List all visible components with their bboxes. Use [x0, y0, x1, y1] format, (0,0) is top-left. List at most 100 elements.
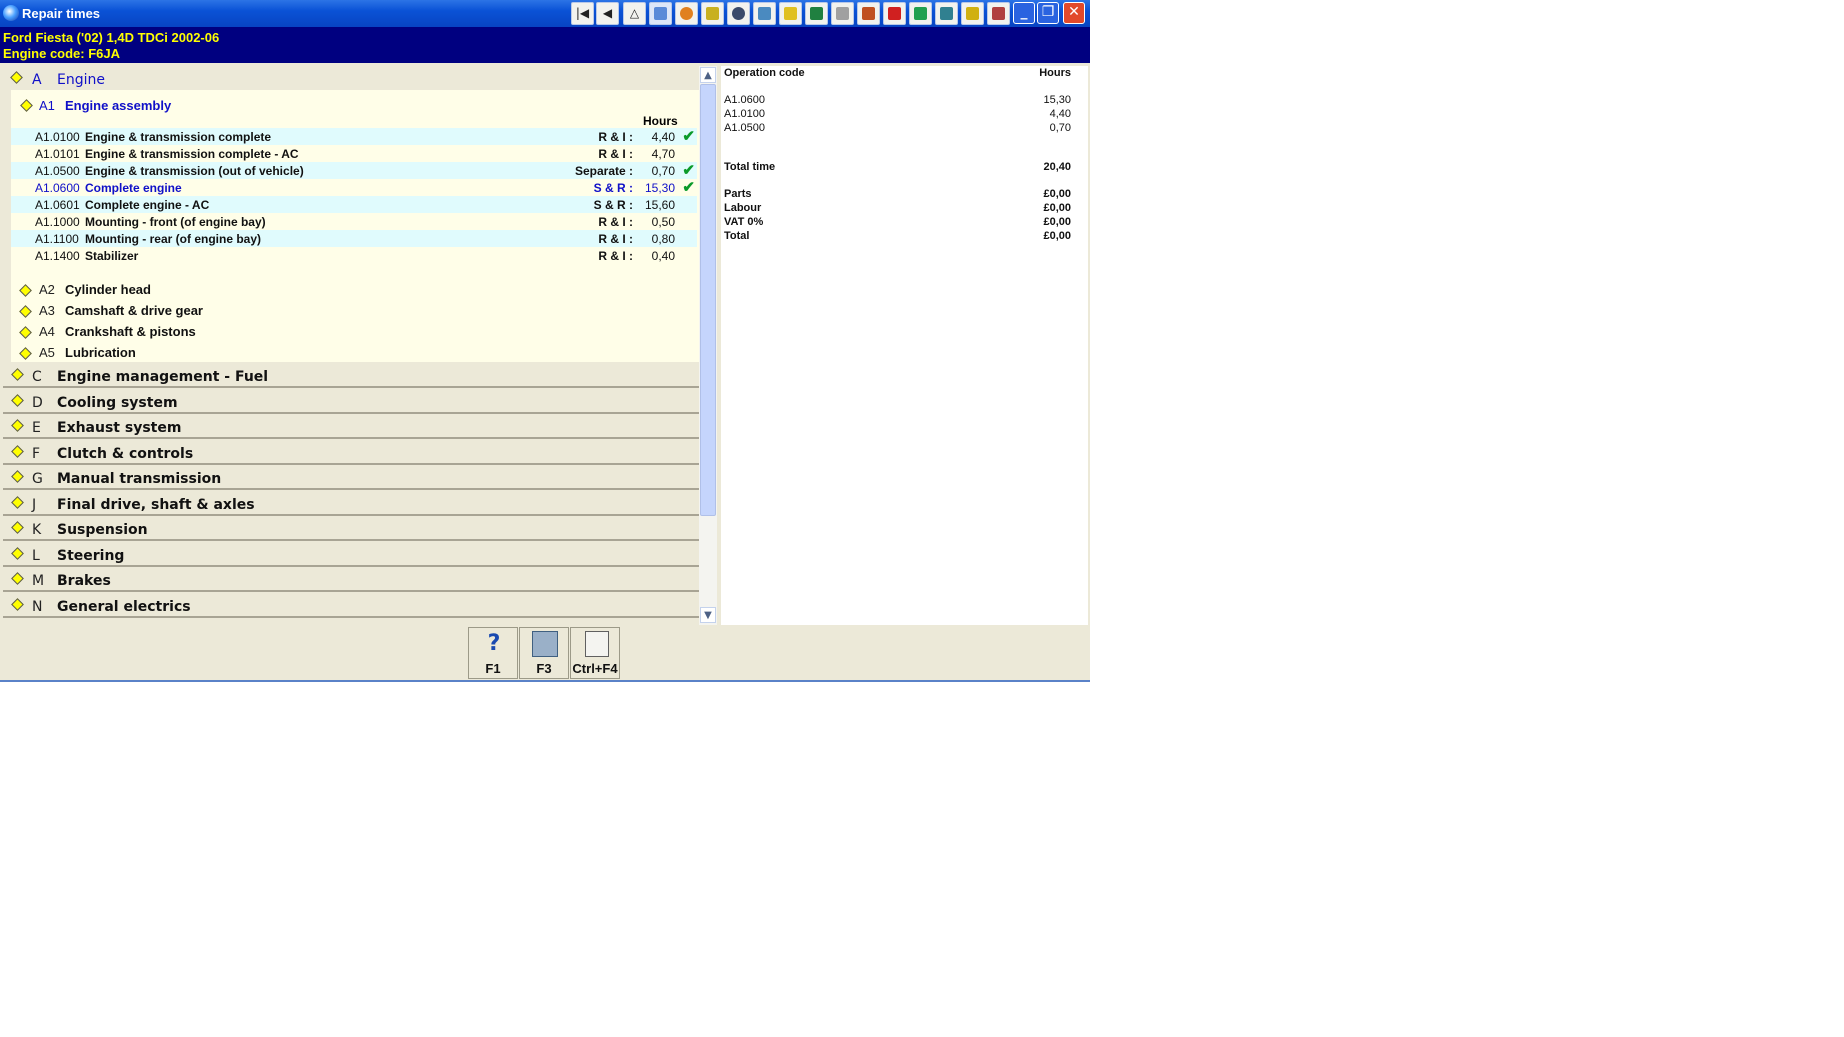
notepad-button[interactable]: F3 [519, 627, 569, 679]
cost-label: VAT 0% [724, 216, 764, 228]
chevron-right-icon [19, 326, 30, 337]
subsection-letter: A1 [39, 98, 55, 113]
subsection-letter: A5 [39, 345, 55, 360]
section-name: Exhaust system [57, 420, 182, 436]
help-button[interactable]: ? F1 [468, 627, 518, 679]
subsection-item[interactable]: A3 Camshaft & drive gear [3, 300, 683, 321]
chevron-right-icon [11, 368, 22, 379]
operation-hours: 4,40 [651, 130, 675, 144]
section-item[interactable]: J Final drive, shaft & axles [3, 491, 699, 516]
window-title: Repair times [22, 6, 101, 21]
section-name: Suspension [57, 522, 148, 538]
cost-value: £0,00 [1043, 188, 1071, 200]
section-letter: J [32, 496, 37, 513]
chevron-right-icon [11, 572, 22, 583]
wheel-icon[interactable] [675, 2, 698, 25]
close-button[interactable]: ✕ [1063, 2, 1085, 24]
printer-icon[interactable] [987, 2, 1010, 25]
chevron-down-icon [12, 71, 23, 82]
minimize-button[interactable]: _ [1013, 2, 1035, 24]
f3-label: F3 [536, 661, 552, 676]
section-name: Manual transmission [57, 471, 222, 487]
cost-value: £0,00 [1043, 202, 1071, 214]
maximize-button[interactable]: ❐ [1037, 2, 1059, 24]
tire-icon[interactable] [727, 2, 750, 25]
subsection-name: Lubrication [65, 345, 136, 360]
section-item[interactable]: K Suspension [3, 516, 699, 541]
operation-tree: A Engine A1 Engine assembly Hours A1.010… [3, 66, 699, 626]
scroll-thumb[interactable] [700, 84, 716, 516]
section-item[interactable]: G Manual transmission [3, 465, 699, 490]
key-icon[interactable] [961, 2, 984, 25]
checkmark-icon[interactable]: ✔ [682, 178, 695, 196]
section-item[interactable]: N General electrics [3, 593, 699, 618]
operation-name: Engine & transmission (out of vehicle) [85, 164, 304, 178]
lift-icon[interactable] [831, 2, 854, 25]
back-icon[interactable]: ◀ [596, 2, 619, 25]
checkmark-icon[interactable]: ✔ [682, 127, 695, 145]
clipboard-button[interactable]: Ctrl+F4 [570, 627, 620, 679]
book-icon[interactable] [857, 2, 880, 25]
operation-row[interactable]: A1.0500 Engine & transmission (out of veh… [11, 162, 697, 179]
section-name: Steering [57, 547, 125, 564]
section-item[interactable]: L Steering [3, 542, 699, 567]
data-icon[interactable] [909, 2, 932, 25]
diagram-icon[interactable] [649, 2, 672, 25]
chevron-right-icon [11, 598, 22, 609]
chevron-down-icon [22, 99, 33, 110]
subsection-item[interactable]: A4 Crankshaft & pistons [3, 321, 683, 342]
cost-label: Total [724, 230, 750, 242]
car-red-icon[interactable] [883, 2, 906, 25]
operation-type: S & R : [593, 181, 633, 195]
summary-code: A1.0500 [724, 122, 765, 134]
plug-icon[interactable] [935, 2, 958, 25]
operation-row[interactable]: A1.0601 Complete engine - AC S & R : 15,60 [11, 196, 697, 213]
section-item[interactable]: E Exhaust system [3, 414, 699, 439]
section-name: Final drive, shaft & axles [57, 496, 255, 513]
warning-icon[interactable]: △ [623, 2, 646, 25]
checkmark-icon[interactable]: ✔ [682, 161, 695, 179]
section-name: Clutch & controls [57, 445, 194, 462]
operation-row[interactable]: A1.1000 Mounting - front (of engine bay) R… [11, 213, 697, 230]
tools-icon[interactable] [701, 2, 724, 25]
subsection-item[interactable]: A2 Cylinder head [3, 279, 683, 300]
chevron-right-icon [11, 394, 22, 405]
tree-scrollbar[interactable]: ▲ ▼ [699, 66, 717, 625]
subsection-letter: A2 [39, 282, 55, 297]
cost-value: £0,00 [1043, 230, 1071, 242]
operation-row[interactable]: A1.1400 Stabilizer R & I : 0,40 [11, 247, 697, 264]
operation-code: A1.0600 [35, 181, 80, 195]
operation-row[interactable]: A1.0100 Engine & transmission complete R &… [11, 128, 697, 145]
scroll-up-icon[interactable]: ▲ [700, 67, 716, 83]
operation-code: A1.0101 [35, 147, 80, 161]
summary-hours: 0,70 [1049, 122, 1071, 134]
door-icon[interactable] [805, 2, 828, 25]
first-icon[interactable]: |◀ [571, 2, 594, 25]
chevron-right-icon [11, 445, 22, 456]
repair-times-window: Repair times |◀ ◀ △ _ ❐ ✕ Ford Fiesta ('… [0, 0, 1090, 682]
operation-row[interactable]: A1.1100 Mounting - rear (of engine bay) R … [11, 230, 697, 247]
subsection-item[interactable]: A5 Lubrication [3, 342, 683, 363]
operation-row[interactable]: A1.0600 Complete engine S & R : 15,30 ✔ [11, 179, 697, 196]
operation-name: Engine & transmission complete [85, 130, 272, 144]
operation-hours: 15,30 [644, 181, 675, 195]
section-item[interactable]: M Brakes [3, 567, 699, 592]
scroll-down-icon[interactable]: ▼ [700, 607, 716, 623]
operation-row[interactable]: A1.0101 Engine & transmission complete - … [11, 145, 697, 162]
section-item[interactable]: F Clutch & controls [3, 440, 699, 465]
battery-icon[interactable] [779, 2, 802, 25]
operation-code: A1.0601 [35, 198, 80, 212]
operation-code: A1.0100 [35, 130, 80, 144]
selection-summary: Operation code Hours A1.0600 15,30 A1.0100… [721, 66, 1088, 625]
subsection-engine-assembly[interactable]: A1 Engine assembly [11, 95, 691, 116]
operation-code: A1.1000 [35, 215, 80, 229]
section-engine[interactable]: A Engine [3, 66, 699, 91]
section-letter: G [32, 471, 43, 487]
operation-name: Mounting - front (of engine bay) [85, 215, 266, 229]
operation-code: A1.0500 [35, 164, 80, 178]
chevron-right-icon [19, 284, 30, 295]
engine-icon[interactable] [753, 2, 776, 25]
section-item[interactable]: D Cooling system [3, 389, 699, 414]
operation-type: R & I : [598, 232, 633, 246]
section-item[interactable]: C Engine management - Fuel [3, 363, 699, 388]
